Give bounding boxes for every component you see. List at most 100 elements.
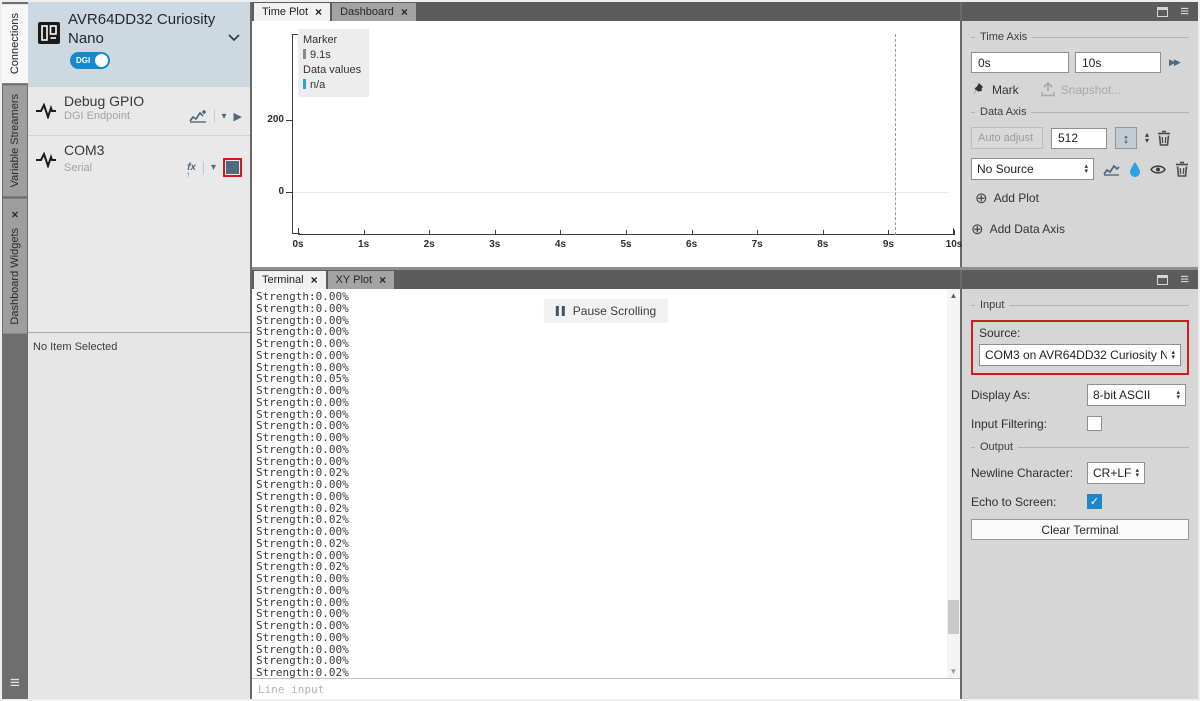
x-tick-label: 4s (555, 239, 566, 250)
terminal-scrollbar[interactable]: ▲ ▼ (947, 289, 960, 678)
stream-title: COM3 (64, 142, 242, 158)
waveform-icon (36, 103, 56, 131)
delete-axis-icon[interactable] (1157, 130, 1171, 146)
scroll-down-icon[interactable]: ▼ (950, 667, 958, 676)
scroll-up-icon[interactable]: ▲ (950, 291, 958, 300)
x-tick-label: 6s (686, 239, 697, 250)
close-icon[interactable]: × (379, 273, 386, 287)
highlight-red-box: Source: COM3 on AVR64DD32 Curiosity Nano… (971, 320, 1189, 375)
time-plot-panel: Time Plot × Dashboard × 200 0 (252, 2, 960, 267)
stream-dropdown-icon[interactable]: ▾ (211, 162, 216, 173)
x-tick-mark (626, 230, 627, 235)
y-tick-mark (286, 120, 292, 121)
divider (214, 109, 215, 123)
y-tick-mark (286, 192, 292, 193)
color-droplet-icon[interactable] (1129, 162, 1141, 177)
panel-menu-icon[interactable]: ≡ (1180, 7, 1189, 17)
stream-row-debug-gpio[interactable]: Debug GPIO DGI Endpoint ▾ ▶ (28, 86, 250, 135)
restore-window-icon[interactable] (1157, 275, 1168, 285)
sidebar-tab-connections[interactable]: Connections (2, 4, 28, 83)
terminal-output[interactable]: Strength:0.00% Strength:0.00% Strength:0… (252, 289, 947, 678)
panel-menu-icon[interactable]: ≡ (1180, 275, 1189, 285)
newline-select[interactable]: CR+LF ▴▾ (1087, 462, 1145, 484)
time-axis-start-input[interactable] (971, 52, 1069, 73)
close-icon[interactable]: × (401, 5, 408, 19)
x-axis: 0s1s2s3s4s5s6s7s8s9s10s (298, 234, 954, 235)
tab-terminal[interactable]: Terminal × (254, 271, 326, 289)
add-to-time-plot-icon[interactable] (189, 109, 207, 123)
close-icon[interactable]: × (311, 273, 318, 287)
mark-button[interactable]: Mark (971, 82, 1019, 97)
x-tick-label: 5s (620, 239, 631, 250)
x-tick-mark (298, 230, 299, 235)
close-icon[interactable]: × (315, 5, 322, 19)
terminal-tabbar: Terminal × XY Plot × (252, 270, 960, 289)
chevron-down-icon[interactable] (228, 34, 240, 42)
data-axis-group-label: Data Axis (971, 106, 1189, 118)
pause-icon (556, 306, 565, 316)
x-tick-mark (364, 230, 365, 235)
fast-forward-icon[interactable]: ▶▶ (1169, 57, 1179, 68)
x-tick-mark (429, 230, 430, 235)
add-plot-button[interactable]: ⊕ Add Plot (975, 189, 1039, 207)
line-input[interactable] (252, 679, 960, 699)
close-icon[interactable]: × (8, 208, 22, 222)
variable-streamer-fx-icon[interactable]: fx↑ (187, 163, 196, 173)
sidebar-tab-variable-streamers[interactable]: Variable Streamers (3, 85, 27, 196)
plot-style-icon[interactable] (1103, 163, 1120, 176)
stream-row-com3[interactable]: COM3 Serial fx↑ ▾ (28, 135, 250, 184)
x-tick-mark (560, 230, 561, 235)
time-marker-line[interactable] (895, 34, 896, 235)
dgi-toggle[interactable]: DGI (70, 52, 110, 69)
vertical-scale-toggle[interactable]: ↕ (1115, 127, 1137, 149)
stream-title: Debug GPIO (64, 93, 242, 109)
tab-label: Time Plot (262, 6, 308, 18)
tab-xy-plot[interactable]: XY Plot × (328, 271, 395, 289)
detail-panel: No Item Selected (28, 332, 250, 699)
axis-settings-panel: ≡ Time Axis ▶▶ Mark (960, 2, 1198, 267)
display-as-select[interactable]: 8-bit ASCII ▴▾ (1087, 384, 1186, 406)
delete-plot-icon[interactable] (1175, 161, 1189, 177)
tab-dashboard[interactable]: Dashboard × (332, 3, 416, 21)
source-select[interactable]: COM3 on AVR64DD32 Curiosity Nano ▴▾ (979, 344, 1181, 366)
terminal-text: Strength:0.00% Strength:0.00% Strength:0… (256, 290, 349, 678)
time-axis-end-input[interactable] (1075, 52, 1161, 73)
x-tick-label: 10s (946, 239, 963, 250)
sidebar-menu-icon[interactable]: ≡ (2, 673, 28, 693)
scrollbar-thumb[interactable] (948, 600, 959, 634)
select-arrows-icon: ▴▾ (1135, 468, 1139, 478)
add-data-axis-button[interactable]: ⊕ Add Data Axis (971, 220, 1065, 238)
x-tick-mark (495, 230, 496, 235)
legend-marker-title: Marker (303, 33, 361, 48)
sidebar-tab-dashboard-widgets[interactable]: Dashboard Widgets × (3, 199, 27, 334)
input-filtering-checkbox[interactable] (1087, 416, 1102, 431)
tab-label: Connections (9, 13, 21, 74)
stream-dropdown-icon[interactable]: ▾ (222, 111, 227, 122)
snapshot-button[interactable]: Snapshot... (1041, 82, 1122, 97)
y-tick-label: 0 (260, 186, 284, 197)
highlight-red-box (223, 158, 242, 177)
tab-label: Variable Streamers (9, 94, 21, 187)
stop-icon[interactable] (226, 161, 239, 174)
time-plot-chart[interactable]: 200 0 Marker 9.1s Data values n/a 0s1s2s… (252, 21, 960, 267)
legend-data-title: Data values (303, 63, 361, 78)
visibility-eye-icon[interactable] (1150, 164, 1166, 175)
data-color-bar (303, 79, 306, 89)
echo-checkbox[interactable]: ✓ (1087, 494, 1102, 509)
plot-source-select[interactable]: No Source ▴▾ (971, 158, 1094, 180)
clear-terminal-button[interactable]: Clear Terminal (971, 519, 1189, 540)
plot-legend: Marker 9.1s Data values n/a (298, 29, 369, 97)
y-tick-label: 200 (260, 114, 284, 125)
axis-range-input[interactable] (1051, 128, 1107, 149)
selected-source: No Source (977, 162, 1080, 176)
device-header[interactable]: AVR64DD32 Curiosity Nano DGI (28, 2, 250, 86)
auto-adjust-button[interactable]: Auto adjust (971, 127, 1043, 149)
dgi-toggle-label: DGI (70, 56, 95, 65)
range-spinner[interactable]: ▴▾ (1145, 132, 1149, 144)
play-icon[interactable]: ▶ (234, 110, 242, 123)
fx-arrow: ↑ (186, 170, 190, 180)
pause-scrolling-button[interactable]: Pause Scrolling (544, 299, 668, 323)
tab-time-plot[interactable]: Time Plot × (254, 3, 330, 21)
app-window: Connections Variable Streamers Dashboard… (0, 0, 1200, 701)
restore-window-icon[interactable] (1157, 7, 1168, 17)
